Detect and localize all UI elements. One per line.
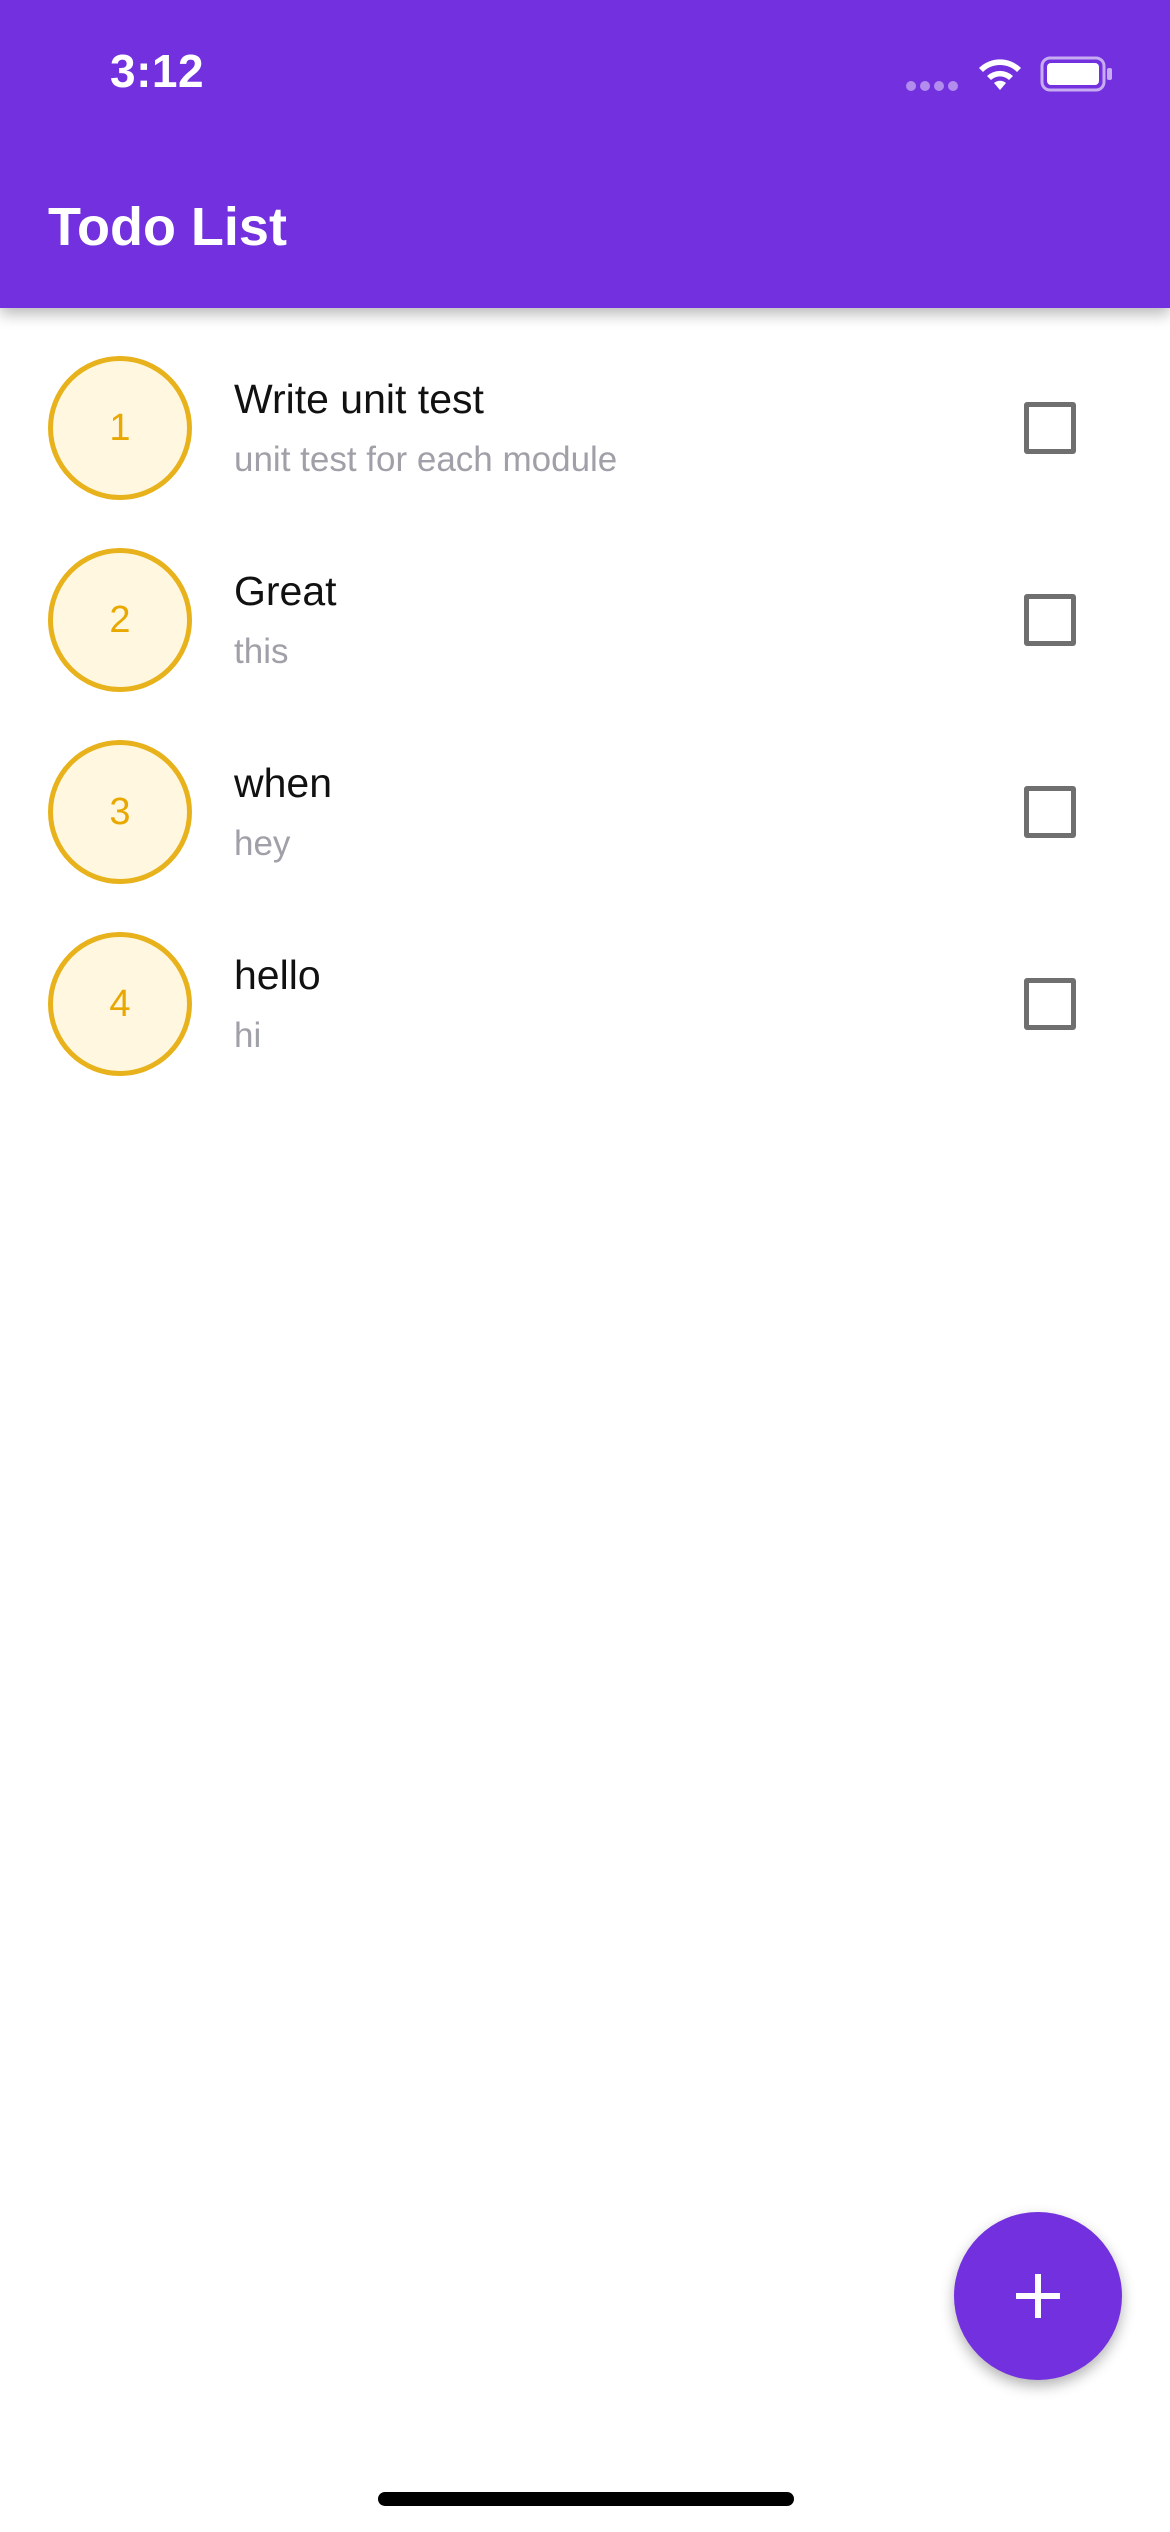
item-title: when [234,760,333,806]
item-number-badge: 2 [48,548,192,692]
item-title: hello [234,952,321,998]
status-bar-time: 3:12 [110,45,205,97]
list-item[interactable]: 3 when hey [0,716,1170,908]
signal-dots-icon [906,80,960,92]
item-checkbox[interactable] [1024,978,1076,1030]
item-title: Great [234,568,337,614]
todo-screen: 3:12 Todo List 1 Write unit test unit te… [0,0,1170,2532]
item-checkbox[interactable] [1024,594,1076,646]
item-number-badge: 4 [48,932,192,1076]
item-subtitle: unit test for each module [234,440,618,479]
list-item[interactable]: 1 Write unit test unit test for each mod… [0,332,1170,524]
wifi-icon [979,59,1021,90]
plus-icon [1016,2274,1060,2318]
add-todo-button[interactable] [954,2212,1122,2380]
todo-list: 1 Write unit test unit test for each mod… [0,332,1170,1100]
page-title: Todo List [48,197,287,257]
list-item[interactable]: 4 hello hi [0,908,1170,1100]
item-title: Write unit test [234,376,484,422]
item-number-badge: 3 [48,740,192,884]
item-subtitle: hey [234,824,291,863]
list-item[interactable]: 2 Great this [0,524,1170,716]
home-indicator[interactable] [378,2492,794,2506]
app-header: 3:12 Todo List [0,0,1170,308]
item-subtitle: this [234,632,289,671]
item-checkbox[interactable] [1024,402,1076,454]
item-subtitle: hi [234,1016,262,1055]
item-number-badge: 1 [48,356,192,500]
item-checkbox[interactable] [1024,786,1076,838]
battery-icon [1040,56,1112,92]
